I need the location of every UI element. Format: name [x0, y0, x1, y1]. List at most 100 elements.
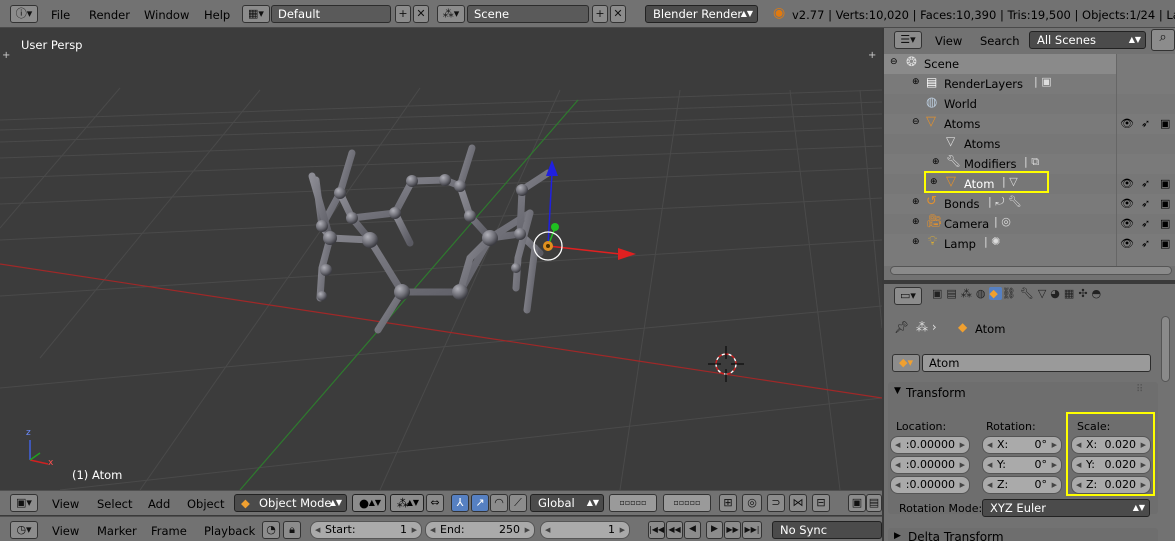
renderable-camera-icon[interactable]: ▣ [1160, 197, 1170, 210]
vp-menu-select[interactable]: Select [97, 497, 132, 511]
play-icon[interactable]: ▶ [706, 521, 723, 539]
editor-type-3d-button[interactable]: ▣▾ [10, 494, 38, 512]
vp-menu-view[interactable]: View [52, 497, 79, 511]
manipulator-toggle-icon[interactable]: ⅄ [451, 494, 469, 512]
constraints-tab-icon[interactable]: ⛓ [1002, 287, 1020, 300]
particles-tab-icon[interactable]: ✣ [1078, 287, 1091, 300]
3d-viewport[interactable]: User Persp (1) Atom z x + + [0, 28, 882, 490]
outliner-item-renderlayers[interactable]: RenderLayers [944, 77, 1023, 91]
selectable-cursor-icon[interactable]: ➶ [1141, 237, 1150, 250]
visibility-eye-icon[interactable]: 👁︎ [1120, 237, 1134, 250]
end-frame-field[interactable]: ◀ End: 250 ▶ [425, 521, 535, 539]
rotation-z-field[interactable]: ◀ Z: 0° ▶ [982, 476, 1062, 494]
data-tab-icon[interactable]: ▽ [1038, 287, 1050, 300]
tl-menu-playback[interactable]: Playback [204, 524, 255, 538]
outliner-item-scene[interactable]: Scene [924, 57, 959, 71]
preview-range-icon[interactable]: ◔ [262, 521, 280, 539]
layer-buttons-group-1[interactable]: ▫▫▫▫▫ [609, 494, 657, 512]
viewport-shading-dropdown[interactable]: ● ▲▼ [352, 494, 386, 512]
render-camera-icon[interactable]: ▣ [848, 494, 866, 512]
scale-x-field[interactable]: ◀ X: 0.020 ▶ [1071, 436, 1151, 454]
delta-expand-icon[interactable]: ▶ [894, 531, 901, 541]
scale-manipulator-icon[interactable]: ⟋ [509, 494, 527, 512]
outliner-filter-dropdown[interactable]: All Scenes ▲▼ [1029, 31, 1146, 49]
outliner-menu-search[interactable]: Search [980, 34, 1020, 48]
render-preview-icon[interactable]: ⊟ [812, 494, 830, 512]
outliner-item-atoms-mesh[interactable]: Atoms [964, 137, 1000, 151]
renderable-camera-icon[interactable]: ▣ [1160, 117, 1170, 130]
visibility-eye-icon[interactable]: 👁︎ [1120, 117, 1134, 130]
jump-end-icon[interactable]: ▶▶| [742, 521, 762, 539]
render-tab-icon[interactable]: ▣ [932, 287, 946, 300]
selectable-cursor-icon[interactable]: ➶ [1141, 117, 1150, 130]
scale-z-field[interactable]: ◀ Z: 0.020 ▶ [1071, 476, 1151, 494]
proportional-edit-icon[interactable]: ◎ [742, 494, 762, 512]
selectable-cursor-icon[interactable]: ➶ [1141, 177, 1150, 190]
layout-name-field[interactable]: Default [271, 5, 391, 23]
renderable-camera-icon[interactable]: ▣ [1160, 217, 1170, 230]
outliner-item-world[interactable]: World [944, 97, 977, 111]
visibility-eye-icon[interactable]: 👁︎ [1120, 217, 1134, 230]
visibility-eye-icon[interactable]: 👁︎ [1120, 177, 1134, 190]
start-frame-field[interactable]: ◀ Start: 1 ▶ [310, 521, 422, 539]
current-frame-field[interactable]: ◀ 1 ▶ [540, 521, 630, 539]
outliner-item-atom[interactable]: Atom [964, 177, 994, 191]
object-datablock-browse-button[interactable]: ◆▾ [892, 354, 920, 372]
prev-keyframe-icon[interactable]: ◀◀ [666, 521, 683, 539]
object-tab-icon[interactable]: ◆ [989, 287, 1002, 300]
renderlayers-expand-icon[interactable]: ⊕ [912, 77, 920, 87]
lock-range-icon[interactable]: 🔒︎ [283, 521, 301, 539]
translate-manipulator-icon[interactable]: ↗ [471, 494, 489, 512]
pin-icon[interactable]: 📌︎ [894, 320, 909, 334]
orientation-dropdown[interactable]: Global ▲▼ [530, 494, 604, 512]
add-scene-button[interactable]: + [592, 5, 608, 23]
editor-type-info-button[interactable]: ⓘ▾ [10, 5, 38, 23]
menu-window[interactable]: Window [144, 8, 189, 22]
tl-menu-frame[interactable]: Frame [151, 524, 187, 538]
delta-transform-title[interactable]: Delta Transform [908, 530, 1004, 541]
material-tab-icon[interactable]: ◕ [1050, 287, 1064, 300]
render-engine-dropdown[interactable]: Blender Render ▲▼ [645, 5, 758, 23]
outliner-item-modifiers[interactable]: Modifiers [964, 157, 1017, 171]
tl-menu-marker[interactable]: Marker [97, 524, 137, 538]
snap-element-icon[interactable]: ⇔ [426, 494, 444, 512]
menu-render[interactable]: Render [89, 8, 130, 22]
modifiers-tab-icon[interactable]: 🔧︎ [1020, 287, 1038, 300]
outliner-item-bonds[interactable]: Bonds [944, 197, 980, 211]
editor-type-timeline-button[interactable]: ◷▾ [10, 521, 38, 539]
location-x-field[interactable]: ◀:0.00000 ▶ [890, 436, 970, 454]
layer-buttons-group-2[interactable]: ▫▫▫▫▫ [663, 494, 711, 512]
vp-menu-object[interactable]: Object [187, 497, 224, 511]
play-reverse-icon[interactable]: ◀ [684, 521, 701, 539]
modifiers-expand-icon[interactable]: ⊕ [932, 157, 940, 167]
rotate-manipulator-icon[interactable]: ◠ [490, 494, 508, 512]
vp-menu-add[interactable]: Add [148, 497, 170, 511]
outliner-search-icon[interactable]: ⌕ [1151, 29, 1175, 51]
pivot-dropdown[interactable]: ⁂ ▲▼ [390, 494, 424, 512]
texture-tab-icon[interactable]: ▦ [1064, 287, 1078, 300]
properties-vertical-scrollbar[interactable] [1161, 316, 1170, 382]
atom-expand-icon[interactable]: ⊕ [930, 177, 938, 187]
render-layers-tab-icon[interactable]: ▤ [946, 287, 960, 300]
properties-shelf-plus-icon[interactable]: + [868, 50, 876, 61]
toolshelf-plus-icon[interactable]: + [2, 50, 10, 61]
scene-select-button[interactable]: ⁂▾ [437, 5, 465, 23]
outliner-item-lamp[interactable]: Lamp [944, 237, 976, 251]
menu-help[interactable]: Help [204, 8, 230, 22]
editor-type-outliner-button[interactable]: ☰▾ [894, 31, 922, 49]
jump-start-icon[interactable]: |◀◀ [648, 521, 665, 539]
scene-name-field[interactable]: Scene [467, 5, 589, 23]
mode-dropdown[interactable]: ◆ Object Mode ▲▼ [234, 494, 347, 512]
world-tab-icon[interactable]: ◍ [976, 287, 990, 300]
location-z-field[interactable]: ◀:0.00000 ▶ [890, 476, 970, 494]
physics-tab-icon[interactable]: ◓ [1092, 287, 1106, 300]
remove-scene-button[interactable]: ✕ [610, 5, 626, 23]
location-y-field[interactable]: ◀:0.00000 ▶ [890, 456, 970, 474]
add-layout-button[interactable]: + [395, 5, 411, 23]
object-name-field[interactable]: Atom [922, 354, 1151, 372]
scene-tab-icon[interactable]: ⁂ [961, 287, 976, 300]
selectable-cursor-icon[interactable]: ➶ [1141, 197, 1150, 210]
visibility-eye-icon[interactable]: 👁︎ [1120, 197, 1134, 210]
sync-mode-dropdown[interactable]: No Sync [772, 521, 882, 539]
selectable-cursor-icon[interactable]: ➶ [1141, 217, 1150, 230]
